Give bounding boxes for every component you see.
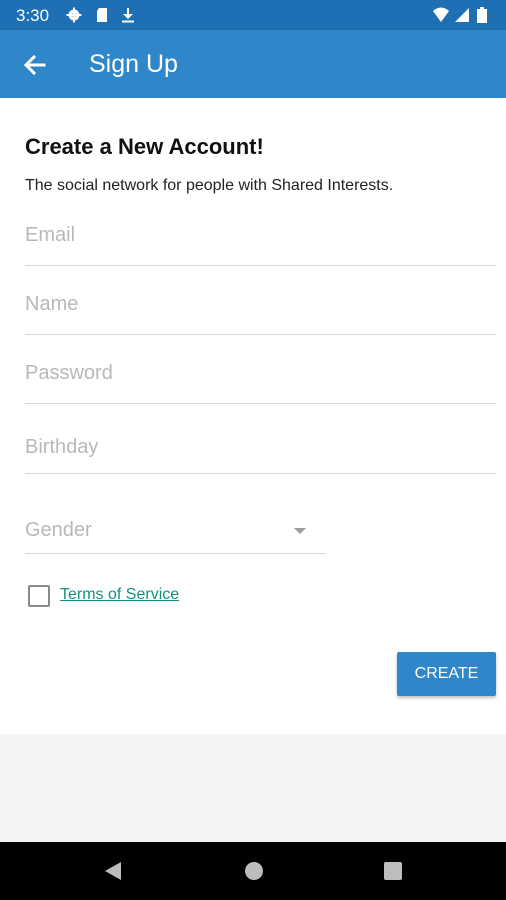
download-icon <box>122 8 134 23</box>
recents-square-icon[interactable] <box>382 860 404 882</box>
signup-form: Create a New Account! The social network… <box>0 98 506 734</box>
gender-placeholder: Gender <box>25 519 92 541</box>
create-button[interactable]: CREATE <box>397 652 496 696</box>
birthday-underline <box>25 473 496 474</box>
email-underline <box>25 265 496 266</box>
battery-icon <box>477 7 487 23</box>
status-time: 3:30 <box>16 6 50 25</box>
email-placeholder: Email <box>25 224 76 246</box>
home-circle-icon[interactable] <box>243 860 265 882</box>
gender-dropdown[interactable]: Gender <box>25 508 326 554</box>
gender-underline <box>25 553 326 554</box>
password-underline <box>25 403 496 404</box>
form-heading: Create a New Account! <box>25 134 264 159</box>
email-field[interactable]: Email <box>25 216 496 266</box>
back-triangle-icon[interactable] <box>102 860 124 882</box>
password-field[interactable]: Password <box>25 354 496 404</box>
gear-icon <box>66 7 82 23</box>
terms-checkbox[interactable] <box>28 585 50 607</box>
terms-of-service-link[interactable]: Terms of Service <box>60 586 179 604</box>
status-bar: 3:30 <box>0 0 506 30</box>
password-placeholder: Password <box>25 362 113 384</box>
system-nav-bar <box>0 842 506 900</box>
wifi-icon <box>433 7 449 22</box>
signal-icon <box>455 8 469 22</box>
birthday-placeholder: Birthday <box>25 436 99 458</box>
chevron-down-icon <box>294 528 306 534</box>
birthday-field[interactable]: Birthday <box>25 424 496 474</box>
page-title: Sign Up <box>89 50 178 78</box>
app-bar: Sign Up <box>0 30 506 98</box>
name-field[interactable]: Name <box>25 285 496 335</box>
name-underline <box>25 334 496 335</box>
sd-card-icon <box>97 8 107 22</box>
arrow-left-icon[interactable] <box>18 48 52 82</box>
name-placeholder: Name <box>25 293 79 315</box>
form-subtitle: The social network for people with Share… <box>25 177 394 194</box>
